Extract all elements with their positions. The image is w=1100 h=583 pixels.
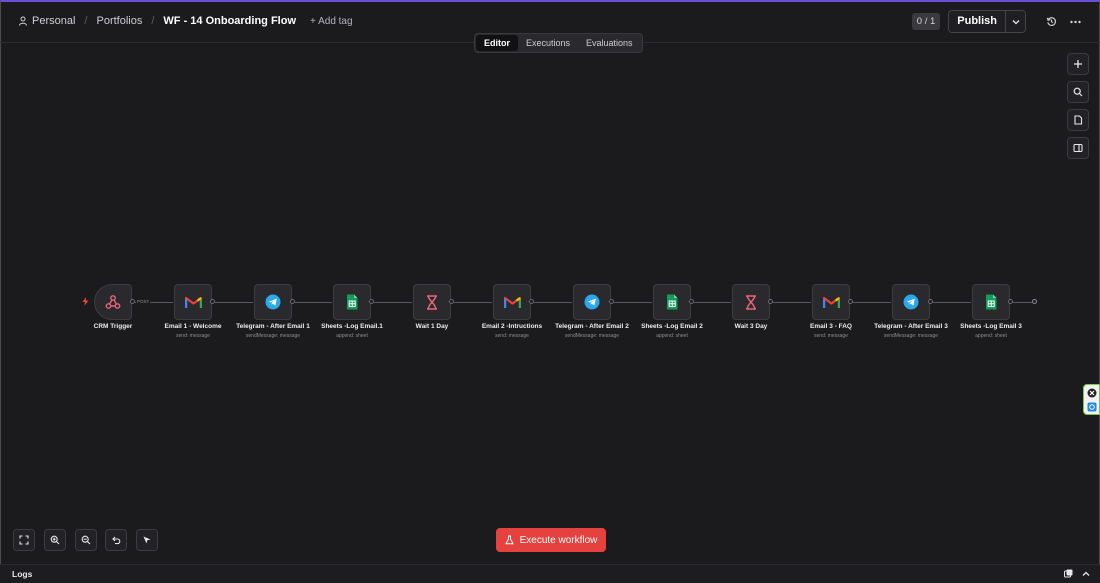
zoom-out-button[interactable] (75, 529, 97, 551)
popout-icon[interactable] (1064, 569, 1073, 578)
workflow-node[interactable] (493, 284, 531, 320)
sheets-icon (985, 294, 997, 310)
publish-dropdown-button[interactable] (1005, 11, 1025, 32)
hourglass-icon (426, 294, 438, 310)
cursor-icon (143, 536, 151, 544)
ellipsis-icon (1069, 20, 1081, 23)
node-connection[interactable] (694, 302, 731, 303)
chevron-down-icon (1012, 19, 1019, 24)
node-connection[interactable] (295, 302, 332, 303)
undo-icon (112, 536, 121, 545)
node-connection[interactable] (614, 302, 652, 303)
workflow-node[interactable] (653, 284, 691, 320)
workflow-node[interactable] (254, 284, 292, 320)
fit-view-button[interactable] (13, 529, 35, 551)
breadcrumb-folder[interactable]: Portfolios (96, 15, 142, 27)
history-button[interactable] (1040, 11, 1062, 33)
side-extension-widget[interactable] (1083, 384, 1100, 415)
lightning-icon (82, 297, 89, 306)
workflow-node[interactable] (94, 284, 132, 320)
undo-button[interactable] (105, 529, 127, 551)
fullscreen-icon (19, 535, 29, 545)
sheets-icon (346, 294, 358, 310)
person-icon (19, 16, 27, 26)
flask-icon (504, 535, 514, 545)
publish-button[interactable]: Publish (949, 11, 1005, 32)
zoom-out-icon (81, 535, 91, 545)
workflow-node[interactable] (333, 284, 371, 320)
execute-workflow-button[interactable]: Execute workflow (496, 528, 606, 552)
node-connection[interactable] (374, 302, 412, 303)
node-connection[interactable] (534, 302, 572, 303)
close-circle-icon[interactable] (1087, 388, 1097, 398)
extension-icon[interactable] (1087, 402, 1097, 412)
workflow-node[interactable] (413, 284, 451, 320)
webhook-icon (105, 294, 121, 310)
workflow-node[interactable] (892, 284, 930, 320)
execute-workflow-label: Execute workflow (519, 534, 598, 546)
workflow-node[interactable] (812, 284, 850, 320)
node-connection[interactable] (853, 302, 891, 303)
active-counter: 0 / 1 (911, 13, 941, 30)
workflow-node[interactable] (573, 284, 611, 320)
select-tool-button[interactable] (136, 529, 158, 551)
hourglass-icon (745, 294, 757, 310)
breadcrumb: Personal / Portfolios / WF - 14 Onboardi… (18, 15, 353, 27)
connection-label: POST (136, 299, 151, 304)
telegram-icon (903, 294, 919, 310)
node-subtitle: append: sheet (656, 333, 688, 339)
breadcrumb-workspace[interactable]: Personal (32, 15, 75, 27)
header-actions: 0 / 1 Publish (911, 10, 1086, 33)
breadcrumb-separator: / (84, 15, 88, 27)
telegram-icon (265, 294, 281, 310)
node-connection[interactable] (454, 302, 492, 303)
node-connection[interactable] (215, 302, 253, 303)
node-connection[interactable] (773, 302, 811, 303)
gmail-icon (822, 296, 840, 309)
workflow-name[interactable]: WF - 14 Onboarding Flow (163, 15, 296, 27)
gmail-icon (503, 296, 521, 309)
gmail-icon (184, 296, 202, 309)
node-connection[interactable] (933, 302, 971, 303)
more-options-button[interactable] (1064, 11, 1086, 33)
add-tag-button[interactable]: + Add tag (310, 16, 353, 27)
workflow-node[interactable] (972, 284, 1010, 320)
telegram-icon (584, 294, 600, 310)
node-connection[interactable] (1013, 302, 1032, 303)
node-subtitle: append: sheet (975, 333, 1007, 339)
chevron-up-icon[interactable] (1082, 571, 1090, 577)
logs-label: Logs (12, 569, 33, 579)
node-label: Sheets -Log Email 3 (960, 323, 1022, 330)
sheets-icon (666, 294, 678, 310)
workflow-canvas[interactable]: CRM Trigger POST Email 1 - Welcome send: me… (0, 44, 1100, 564)
breadcrumb-separator: / (151, 15, 155, 27)
publish-group: Publish (948, 10, 1026, 33)
zoom-in-icon (50, 535, 60, 545)
add-next-node-handle[interactable] (1032, 299, 1037, 304)
node-subtitle: append: sheet (336, 333, 368, 339)
zoom-in-button[interactable] (44, 529, 66, 551)
history-icon (1046, 17, 1056, 26)
logs-bar[interactable]: Logs (0, 564, 1100, 583)
workflow-node[interactable] (732, 284, 770, 320)
workflow-node[interactable] (174, 284, 212, 320)
